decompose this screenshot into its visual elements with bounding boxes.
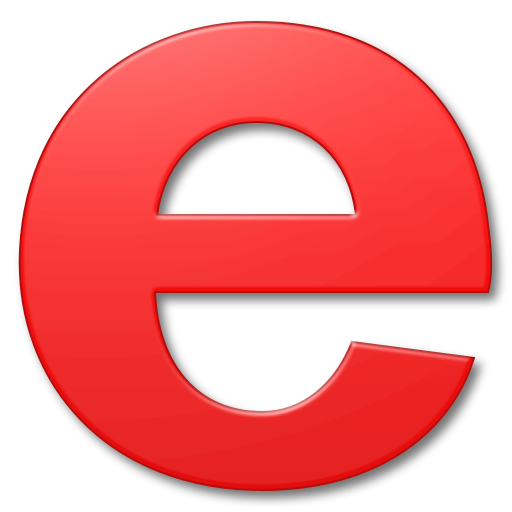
letter-e-icon [18, 20, 493, 492]
app-icon-canvas [0, 0, 512, 512]
letter-e-shape [18, 20, 493, 492]
